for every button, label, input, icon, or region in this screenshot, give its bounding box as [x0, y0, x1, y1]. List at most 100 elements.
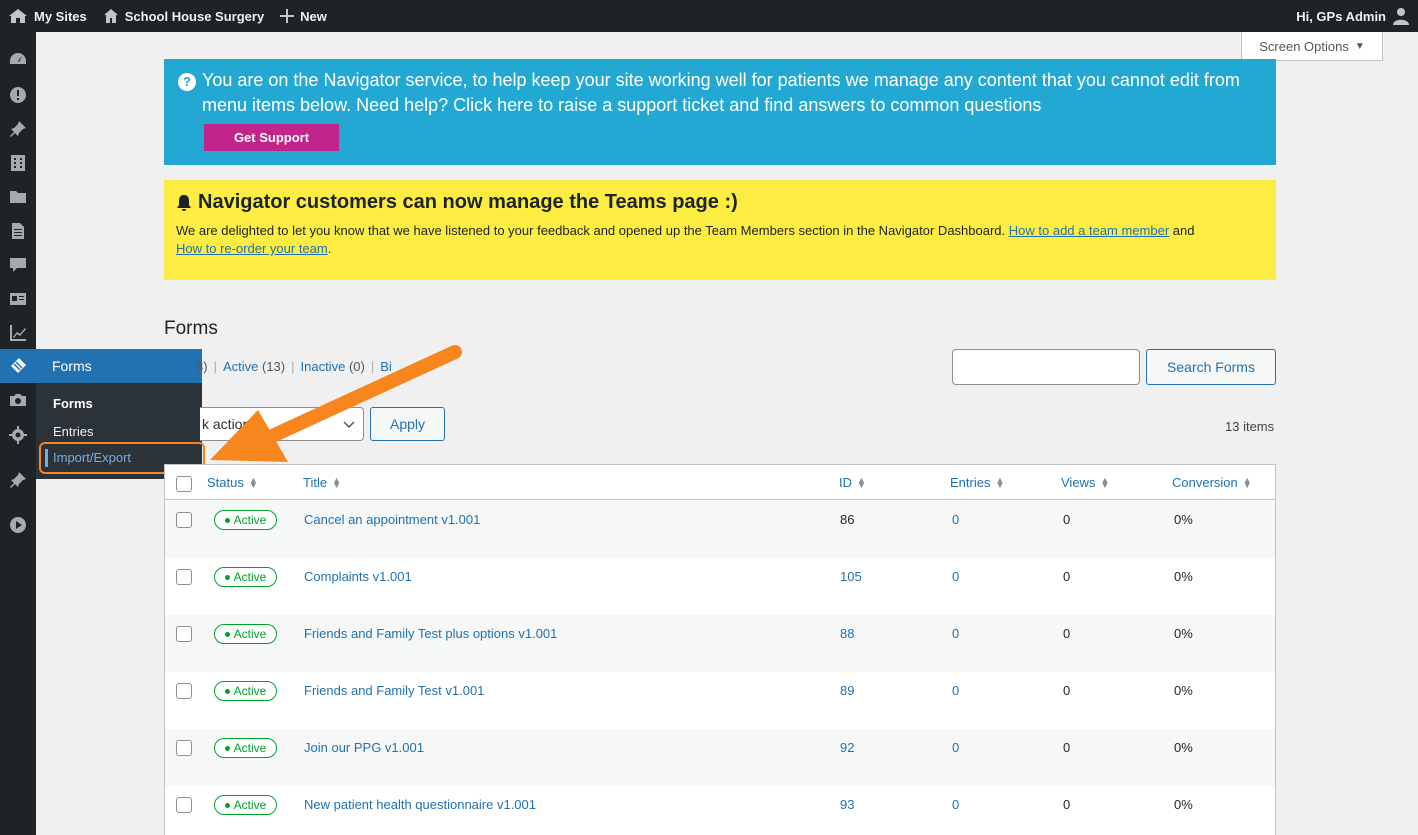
form-entries-link[interactable]: 0: [952, 626, 959, 641]
column-status[interactable]: Status ▲ ▼: [207, 475, 258, 490]
form-id[interactable]: 92: [840, 740, 854, 755]
chart-line-icon[interactable]: [0, 316, 36, 350]
form-title-link[interactable]: New patient health questionnaire v1.001: [304, 797, 536, 812]
search-forms-button[interactable]: Search Forms: [1146, 349, 1276, 385]
sort-icon: ▲ ▼: [248, 474, 258, 490]
form-entries-link[interactable]: 0: [952, 512, 959, 527]
form-conversion: 0%: [1174, 512, 1193, 527]
dashboard-icon[interactable]: [0, 43, 36, 77]
table-row: Active New patient health questionnaire v…: [165, 786, 1275, 835]
form-conversion: 0%: [1174, 740, 1193, 755]
table-row: Active Friends and Family Test plus optio…: [165, 615, 1275, 672]
table-header: Status ▲ ▼ Title ▲ ▼ ID ▲ ▼ Entries ▲ ▼ Views ▲ ▼ …: [165, 465, 1275, 500]
get-support-button[interactable]: Get Support: [204, 124, 339, 151]
page-title: Forms: [164, 318, 218, 339]
items-count: 13 items: [1225, 419, 1275, 434]
alert-icon[interactable]: [0, 78, 36, 112]
teams-notice-text: We are delighted to let you know that we…: [176, 222, 1264, 258]
screen-options-label: Screen Options: [1259, 38, 1349, 54]
my-sites-menu[interactable]: My Sites: [0, 0, 95, 32]
folder-icon[interactable]: [0, 180, 36, 214]
form-views: 0: [1063, 683, 1071, 698]
filter-bin[interactable]: Bi: [380, 359, 392, 374]
form-id[interactable]: 89: [840, 683, 854, 698]
page-icon[interactable]: [0, 214, 36, 248]
plus-icon: [280, 9, 295, 23]
admin-menu: [0, 32, 36, 835]
select-all-checkbox[interactable]: [176, 476, 192, 492]
forms-icon[interactable]: [0, 349, 36, 383]
form-title-link[interactable]: Cancel an appointment v1.001: [304, 512, 480, 527]
chevron-down-icon: [343, 421, 355, 429]
id-card-icon[interactable]: [0, 282, 36, 316]
row-checkbox[interactable]: [176, 512, 192, 528]
status-badge: Active: [214, 510, 277, 530]
row-checkbox[interactable]: [176, 740, 192, 756]
and-text: and: [1172, 223, 1195, 238]
form-conversion: 0%: [1174, 569, 1193, 584]
bell-icon: [177, 194, 191, 211]
form-title-link[interactable]: Friends and Family Test plus options v1.…: [304, 626, 557, 641]
form-entries-link[interactable]: 0: [952, 740, 959, 755]
pin-icon-2[interactable]: [0, 463, 36, 497]
row-checkbox[interactable]: [176, 683, 192, 699]
form-id[interactable]: 93: [840, 797, 854, 812]
row-checkbox[interactable]: [176, 569, 192, 585]
sort-icon: ▲ ▼: [1242, 474, 1252, 490]
pin-icon[interactable]: [0, 112, 36, 146]
row-checkbox[interactable]: [176, 626, 192, 642]
submenu-forms[interactable]: Forms: [36, 390, 202, 418]
form-conversion: 0%: [1174, 797, 1193, 812]
form-title-link[interactable]: Complaints v1.001: [304, 569, 412, 584]
form-views: 0: [1063, 512, 1071, 527]
status-badge: Active: [214, 738, 277, 758]
table-row: Active Complaints v1.001 105 0 0 0%: [165, 558, 1275, 615]
filter-inactive-count: (0): [348, 359, 365, 374]
forms-menu-header[interactable]: Forms: [36, 349, 202, 383]
form-views: 0: [1063, 569, 1071, 584]
account-menu[interactable]: Hi, GPs Admin: [1288, 0, 1418, 32]
screen-options-button[interactable]: Screen Options ▼: [1241, 32, 1383, 61]
sort-icon: ▲ ▼: [1100, 474, 1110, 490]
user-avatar-icon: [1393, 8, 1409, 25]
column-conversion[interactable]: Conversion ▲ ▼: [1172, 475, 1252, 490]
status-badge: Active: [214, 795, 277, 815]
bulk-actions-select[interactable]: k action: [200, 407, 364, 441]
caret-down-icon: ▼: [1354, 40, 1365, 52]
filter-all-count[interactable]: 3): [196, 359, 208, 374]
navigator-notice-text[interactable]: You are on the Navigator service, to hel…: [202, 68, 1262, 118]
status-badge: Active: [214, 567, 277, 587]
new-content-menu[interactable]: New: [272, 0, 335, 32]
comments-icon[interactable]: [0, 248, 36, 282]
status-badge: Active: [214, 681, 277, 701]
filter-active[interactable]: Active: [223, 359, 258, 374]
site-name-menu[interactable]: School House Surgery: [95, 0, 272, 32]
play-icon[interactable]: [0, 508, 36, 542]
add-team-member-link[interactable]: How to add a team member: [1009, 223, 1169, 238]
row-checkbox[interactable]: [176, 797, 192, 813]
greeting-label: Hi, GPs Admin: [1296, 8, 1386, 24]
form-title-link[interactable]: Join our PPG v1.001: [304, 740, 424, 755]
column-id[interactable]: ID ▲ ▼: [839, 475, 866, 490]
reorder-team-link[interactable]: How to re-order your team: [176, 241, 328, 256]
form-id[interactable]: 88: [840, 626, 854, 641]
form-title-link[interactable]: Friends and Family Test v1.001: [304, 683, 484, 698]
building-icon[interactable]: [0, 146, 36, 180]
search-forms-input[interactable]: [952, 349, 1140, 385]
form-views: 0: [1063, 740, 1071, 755]
apply-button[interactable]: Apply: [370, 407, 445, 441]
form-entries-link[interactable]: 0: [952, 683, 959, 698]
form-entries-link[interactable]: 0: [952, 797, 959, 812]
column-title[interactable]: Title ▲ ▼: [303, 475, 341, 490]
column-views[interactable]: Views ▲ ▼: [1061, 475, 1109, 490]
filter-inactive[interactable]: Inactive: [301, 359, 346, 374]
form-id[interactable]: 105: [840, 569, 862, 584]
camera-icon[interactable]: [0, 383, 36, 417]
table-row: Active Cancel an appointment v1.001 86 0 0 0%: [165, 501, 1275, 558]
form-entries-link[interactable]: 0: [952, 569, 959, 584]
sort-icon: ▲ ▼: [995, 474, 1005, 490]
column-entries[interactable]: Entries ▲ ▼: [950, 475, 1004, 490]
status-badge: Active: [214, 624, 277, 644]
settings-icon[interactable]: [0, 418, 36, 452]
forms-table: Status ▲ ▼ Title ▲ ▼ ID ▲ ▼ Entries ▲ ▼ Views ▲ ▼ …: [164, 464, 1276, 835]
